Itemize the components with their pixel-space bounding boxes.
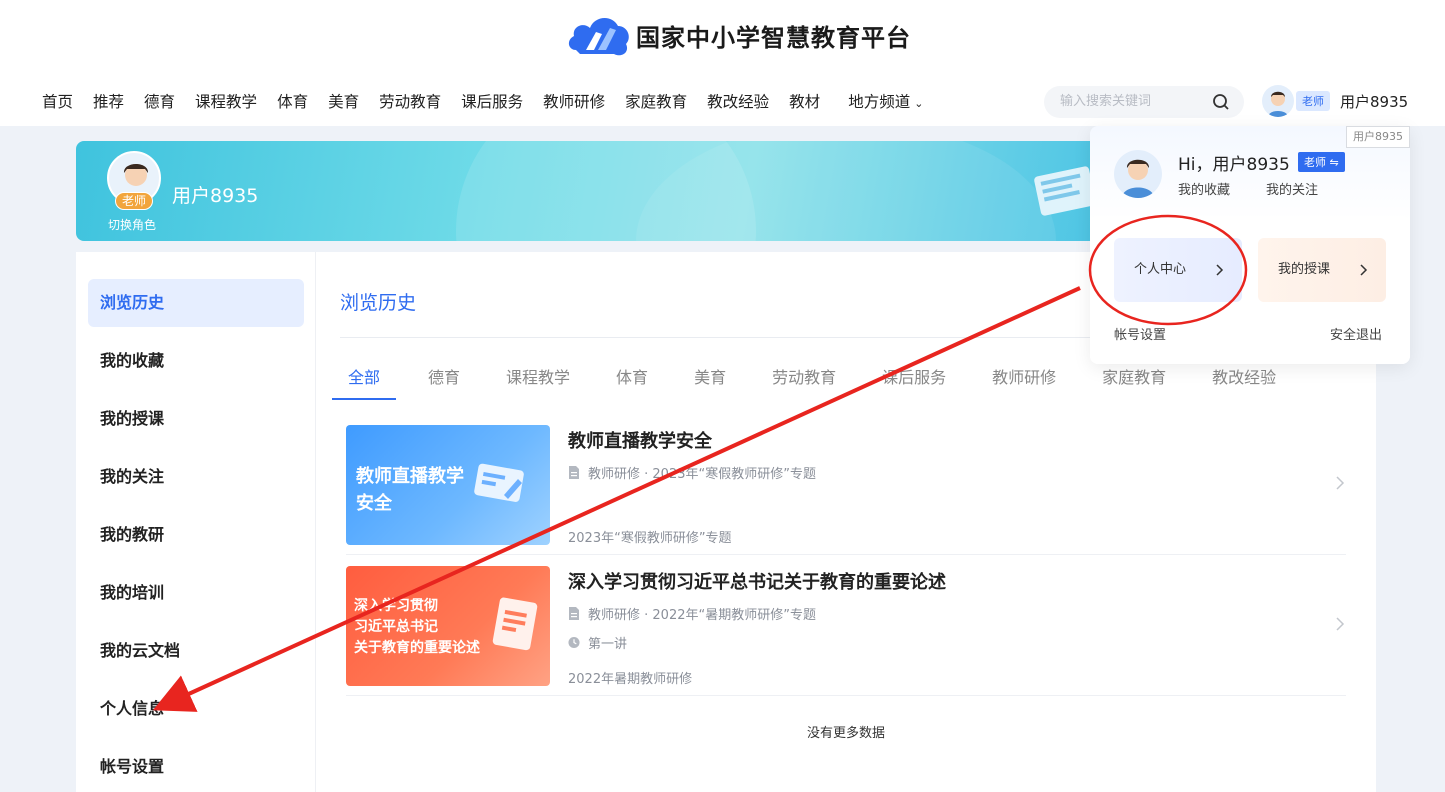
tab-course[interactable]: 课程教学	[506, 364, 570, 388]
logout-link[interactable]: 安全退出	[1330, 324, 1382, 343]
card-footer: 2022年暑期教师研修	[568, 672, 693, 687]
main-nav: 首页 推荐 德育 课程教学 体育 美育 劳动教育 课后服务 教师研修 家庭教育 …	[42, 90, 943, 112]
chevron-right-icon	[1360, 264, 1368, 276]
my-lessons-button[interactable]: 我的授课	[1258, 238, 1386, 302]
page-title: 浏览历史	[340, 292, 417, 314]
site-logo[interactable]: 国家中小学智慧教育平台	[566, 10, 911, 60]
tab-teacher-training[interactable]: 教师研修	[992, 364, 1056, 388]
chevron-right-icon[interactable]	[1334, 616, 1346, 632]
document-icon	[569, 466, 579, 479]
sidebar-item-history[interactable]: 浏览历史	[88, 279, 304, 327]
my-lessons-label: 我的授课	[1278, 262, 1331, 277]
personal-center-button[interactable]: 个人中心	[1114, 238, 1242, 302]
sidebar-item-cloud-docs[interactable]: 我的云文档	[88, 627, 304, 675]
tab-moral[interactable]: 德育	[428, 364, 460, 388]
avatar[interactable]	[1114, 150, 1162, 198]
nav-item-labor[interactable]: 劳动教育	[379, 90, 441, 112]
card-meta: 教师研修 · 2023年“寒假教师研修”专题	[568, 463, 816, 482]
history-card[interactable]: 教师直播教学 安全 教师直播教学安全 教师研修 · 2023年“寒假教师研修”专…	[346, 425, 1346, 555]
pen-card-icon	[474, 463, 524, 502]
nav-item-teacher-training[interactable]: 教师研修	[543, 90, 605, 112]
chevron-right-icon[interactable]	[1334, 475, 1346, 491]
avatar[interactable]	[1262, 85, 1294, 117]
teacher-avatar-icon	[1262, 85, 1294, 117]
tab-arts[interactable]: 美育	[694, 364, 726, 388]
sidebar-item-personal-info[interactable]: 个人信息	[88, 685, 304, 733]
category-tabs: 全部 德育 课程教学 体育 美育 劳动教育 课后服务 教师研修 家庭教育 教改经…	[331, 364, 1276, 400]
sidebar-item-training[interactable]: 我的培训	[88, 569, 304, 617]
nav-item-after-school[interactable]: 课后服务	[461, 90, 523, 112]
search-input[interactable]	[1060, 93, 1210, 108]
nav-item-moral[interactable]: 德育	[144, 90, 175, 112]
teacher-avatar-icon	[1114, 150, 1162, 198]
header: 国家中小学智慧教育平台 首页 推荐 德育 课程教学 体育 美育 劳动教育 课后服…	[0, 0, 1445, 126]
tab-labor[interactable]: 劳动教育	[772, 364, 836, 388]
top-user-menu[interactable]: 老师 用户8935	[1262, 85, 1408, 117]
card-thumbnail[interactable]: 教师直播教学 安全	[346, 425, 550, 545]
nav-item-sports[interactable]: 体育	[277, 90, 308, 112]
no-more-data: 没有更多数据	[806, 726, 885, 741]
chevron-right-icon	[1216, 264, 1224, 276]
user-dropdown: Hi，用户8935 老师 ⇋ 我的收藏 我的关注 个人中心 我的授课 帐号设置 …	[1090, 126, 1410, 364]
nav-item-textbook[interactable]: 教材	[789, 90, 820, 112]
sidebar-item-favorites[interactable]: 我的收藏	[88, 337, 304, 385]
nav-item-home[interactable]: 首页	[42, 90, 73, 112]
cloud-logo-icon	[568, 17, 629, 56]
notebook-icon	[492, 597, 538, 651]
card-lecture-text: 第一讲	[588, 637, 628, 652]
sidebar-item-research[interactable]: 我的教研	[88, 511, 304, 559]
document-icon	[569, 607, 579, 620]
thumbnail-text: 教师直播教学 安全	[356, 466, 464, 514]
sidebar-item-account-settings[interactable]: 帐号设置	[88, 743, 304, 791]
popup-following-link[interactable]: 我的关注	[1266, 179, 1318, 198]
profile-banner: 老师 切换角色 用户8935	[76, 141, 1106, 241]
nav-item-family[interactable]: 家庭教育	[625, 90, 687, 112]
banner-decoration	[636, 141, 1056, 241]
thumbnail-text: 深入学习贯彻 习近平总书记 关于教育的重要论述	[354, 598, 480, 656]
role-badge: 老师	[115, 192, 153, 210]
popup-favorites-link[interactable]: 我的收藏	[1178, 179, 1230, 198]
card-title[interactable]: 教师直播教学安全	[568, 427, 712, 453]
search-icon[interactable]	[1212, 93, 1230, 111]
card-meta: 教师研修 · 2022年“暑期教师研修”专题	[568, 604, 816, 623]
nav-item-regional-label: 地方频道	[848, 93, 911, 111]
personal-center-label: 个人中心	[1134, 262, 1187, 277]
site-title: 国家中小学智慧教育平台	[636, 22, 911, 52]
chevron-down-icon: ⌄	[914, 97, 924, 110]
role-badge: 老师	[1296, 91, 1330, 111]
sidebar-item-my-lessons[interactable]: 我的授课	[88, 395, 304, 443]
user-name[interactable]: 用户8935	[1340, 91, 1408, 112]
search-box	[1044, 86, 1244, 118]
card-lecture: 第一讲	[568, 633, 627, 652]
switch-role-link[interactable]: 切换角色	[108, 216, 156, 233]
nav-item-reform[interactable]: 教改经验	[707, 90, 769, 112]
greeting: Hi，用户8935	[1178, 155, 1290, 175]
popup-panel: 个人中心 我的授课 帐号设置 安全退出	[1090, 216, 1410, 364]
nav-item-recommend[interactable]: 推荐	[93, 90, 124, 112]
tab-reform[interactable]: 教改经验	[1212, 364, 1276, 388]
banner-user-name: 用户8935	[172, 185, 259, 207]
tab-all[interactable]: 全部	[331, 364, 397, 400]
account-settings-link[interactable]: 帐号设置	[1114, 324, 1166, 343]
tab-after-school[interactable]: 课后服务	[882, 364, 946, 388]
card-thumbnail[interactable]: 深入学习贯彻 习近平总书记 关于教育的重要论述	[346, 566, 550, 686]
nav-item-course[interactable]: 课程教学	[195, 90, 257, 112]
user-name-tooltip: 用户8935	[1346, 126, 1410, 148]
nav-item-regional[interactable]: 地方频道 ⌄	[848, 90, 923, 112]
nav-item-arts[interactable]: 美育	[328, 90, 359, 112]
tab-sports[interactable]: 体育	[616, 364, 648, 388]
clock-icon	[568, 636, 580, 649]
card-meta-text: 教师研修 · 2022年“暑期教师研修”专题	[588, 608, 816, 623]
card-footer: 2023年“寒假教师研修”专题	[568, 531, 732, 546]
role-switch-badge[interactable]: 老师 ⇋	[1298, 152, 1345, 172]
history-card[interactable]: 深入学习贯彻 习近平总书记 关于教育的重要论述 深入学习贯彻习近平总书记关于教育…	[346, 566, 1346, 696]
sidebar-item-following[interactable]: 我的关注	[88, 453, 304, 501]
card-meta-text: 教师研修 · 2023年“寒假教师研修”专题	[588, 467, 816, 482]
tab-family[interactable]: 家庭教育	[1102, 364, 1166, 388]
sidebar: 浏览历史 我的收藏 我的授课 我的关注 我的教研 我的培训 我的云文档 个人信息…	[76, 252, 316, 792]
card-title[interactable]: 深入学习贯彻习近平总书记关于教育的重要论述	[568, 568, 946, 594]
